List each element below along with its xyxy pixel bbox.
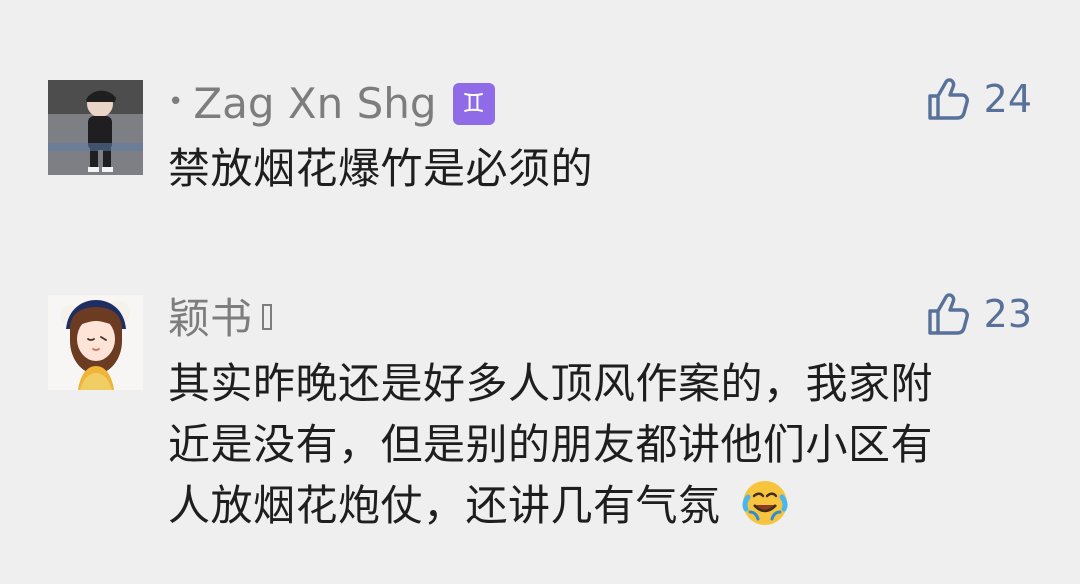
gemini-zodiac-badge: ♊ [452,83,495,125]
comment-line: 近是没有，但是别的朋友都讲他们小区有 [168,420,934,469]
thumbs-up-icon [924,74,974,124]
crying-laughing-emoji [740,478,790,528]
comment-line: 其实昨晚还是好多人顶风作案的，我家附 [168,359,934,408]
comment-line-text: 人放烟花炮仗，还讲几有气氛 [168,481,721,530]
avatar[interactable] [48,295,143,390]
avatar[interactable] [48,80,143,175]
dot-separator: • [168,87,184,117]
like-count: 23 [983,292,1032,336]
comment-line: 人放烟花炮仗，还讲几有气氛 [168,475,1038,536]
like-count: 24 [983,77,1032,121]
thumbs-up-icon [924,289,974,339]
missing-glyph-icon [262,304,273,330]
author-name[interactable]: 颖书 [168,298,252,340]
comment-list: • Zag Xn Shg ♊ 24 禁放烟花爆竹是必须的 颖书 23 其实昨晚还… [0,0,1080,584]
comment-meta: • Zag Xn Shg ♊ [168,76,495,132]
comment-meta: 颖书 [168,291,273,347]
comment-text: 禁放烟花爆竹是必须的 [168,144,594,193]
comment-text: 其实昨晚还是好多人顶风作案的，我家附 近是没有，但是别的朋友都讲他们小区有 人放… [168,353,1038,536]
author-name[interactable]: Zag Xn Shg [193,83,436,125]
like-button[interactable]: 24 [924,74,1032,124]
like-button[interactable]: 23 [924,289,1032,339]
